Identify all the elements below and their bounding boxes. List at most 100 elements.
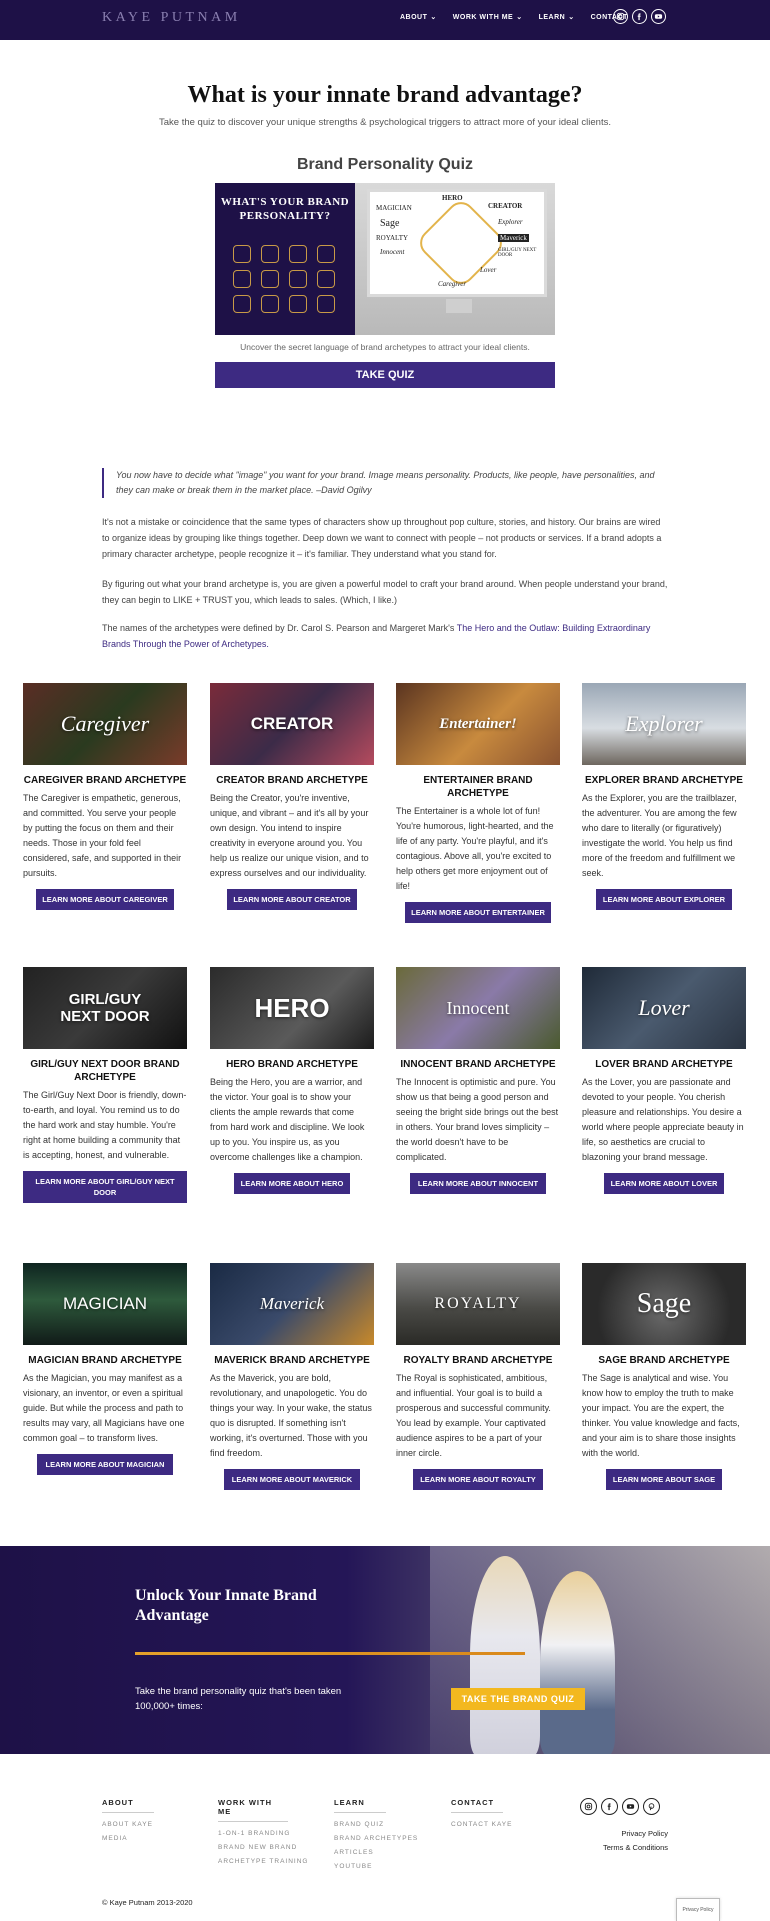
archetype-symbol-icon [233, 245, 251, 263]
archetype-card-hero: HERO HERO BRAND ARCHETYPE Being the Hero… [210, 967, 374, 1194]
instagram-icon[interactable] [613, 9, 628, 24]
footer-link[interactable]: BRAND QUIZ [334, 1821, 418, 1828]
take-quiz-button[interactable]: TAKE QUIZ [215, 362, 555, 388]
monitor-illustration: HERO MAGICIAN CREATOR Sage Explorer ROYA… [367, 189, 547, 313]
card-body: Being the Creator, you're inventive, uni… [210, 793, 369, 878]
page-subtitle: Take the quiz to discover your unique st… [158, 117, 611, 128]
site-logo[interactable]: KAYE PUTNAM [102, 10, 241, 26]
footer-column-contact: CONTACT CONTACT KAYE [451, 1798, 512, 1835]
quiz-promo-image[interactable]: WHAT'S YOUR BRAND PERSONALITY? HERO MAGI… [215, 183, 555, 335]
instagram-icon[interactable] [580, 1798, 597, 1815]
footer-heading: LEARN [334, 1798, 386, 1813]
nav-work-with-me[interactable]: WORK WITH ME ⌄ [452, 13, 523, 22]
archetype-card-caregiver: Caregiver CAREGIVER BRAND ARCHETYPE The … [23, 683, 187, 910]
youtube-icon[interactable] [651, 9, 666, 24]
archetype-symbol-icon [317, 270, 335, 288]
footer-link[interactable]: ARTICLES [334, 1849, 418, 1856]
monitor-word: Lover [480, 266, 497, 274]
footer-link[interactable]: BRAND ARCHETYPES [334, 1835, 418, 1842]
learn-more-creator-button[interactable]: LEARN MORE ABOUT CREATOR [227, 889, 357, 910]
archetype-symbol-icon [261, 295, 279, 313]
card-body: The Innocent is optimistic and pure. You… [396, 1077, 559, 1162]
take-brand-quiz-button[interactable]: TAKE THE BRAND QUIZ [451, 1688, 585, 1710]
woman-right-figure [540, 1571, 615, 1754]
caregiver-image: Caregiver [23, 683, 187, 765]
archetype-card-girl-guy-next-door: GIRL/GUY NEXT DOOR GIRL/GUY NEXT DOOR BR… [23, 967, 187, 1203]
archetype-card-explorer: Explorer EXPLORER BRAND ARCHETYPE As the… [582, 683, 746, 910]
learn-more-lover-button[interactable]: LEARN MORE ABOUT LOVER [604, 1173, 724, 1194]
nav-learn-label: LEARN [538, 13, 566, 21]
cta-title: Unlock Your Innate Brand Advantage [135, 1587, 317, 1624]
learn-more-girl-guy-next-door-button[interactable]: LEARN MORE ABOUT GIRL/GUY NEXT DOOR [23, 1171, 187, 1203]
explorer-image-text: Explorer [625, 711, 703, 736]
monitor-word: Sage [380, 218, 400, 229]
nav-work-label: WORK WITH ME [452, 13, 514, 21]
copyright: © Kaye Putnam 2013-2020 [102, 1898, 193, 1907]
learn-more-caregiver-button[interactable]: LEARN MORE ABOUT CAREGIVER [36, 889, 174, 910]
learn-more-entertainer-button[interactable]: LEARN MORE ABOUT ENTERTAINER [405, 902, 551, 923]
footer-link[interactable]: ABOUT KAYE [102, 1821, 154, 1828]
card-body: As the Magician, you may manifest as a v… [23, 1373, 185, 1443]
card-body: The Sage is analytical and wise. You kno… [582, 1373, 740, 1458]
header-social-links [613, 9, 666, 24]
pinterest-icon[interactable] [643, 1798, 660, 1815]
learn-more-innocent-button[interactable]: LEARN MORE ABOUT INNOCENT [410, 1173, 546, 1194]
monitor-word: CREATOR [488, 202, 523, 210]
archetype-card-magician: MAGICIAN MAGICIAN BRAND ARCHETYPE As the… [23, 1263, 187, 1475]
facebook-icon[interactable] [601, 1798, 618, 1815]
learn-more-explorer-button[interactable]: LEARN MORE ABOUT EXPLORER [596, 889, 732, 910]
learn-more-sage-button[interactable]: LEARN MORE ABOUT SAGE [606, 1469, 722, 1490]
archetype-symbol-icon [261, 245, 279, 263]
quiz-section-title: Brand Personality Quiz [296, 156, 474, 173]
card-title: CREATOR BRAND ARCHETYPE [216, 775, 368, 786]
privacy-policy-link[interactable]: Privacy Policy [560, 1829, 668, 1838]
monitor-word: Maverick [498, 234, 529, 242]
royalty-image: ROYALTY [396, 1263, 560, 1345]
nav-about[interactable]: ABOUT ⌄ [400, 13, 437, 22]
archetype-symbol-icon [317, 295, 335, 313]
girl-guy-image-text: GIRL/GUY NEXT DOOR [60, 991, 150, 1025]
monitor-word: Caregiver [438, 280, 467, 288]
footer-link[interactable]: BRAND NEW BRAND [218, 1844, 308, 1851]
entertainer-image: Entertainer! [396, 683, 560, 765]
archetype-card-entertainer: Entertainer! ENTERTAINER BRAND ARCHETYPE… [396, 683, 560, 923]
footer-link[interactable]: ARCHETYPE TRAINING [218, 1858, 308, 1865]
card-title: EXPLORER BRAND ARCHETYPE [585, 775, 743, 786]
footer-column-learn: LEARN BRAND QUIZ BRAND ARCHETYPES ARTICL… [334, 1798, 418, 1877]
terms-conditions-link[interactable]: Terms & Conditions [560, 1843, 668, 1852]
youtube-icon[interactable] [622, 1798, 639, 1815]
archetype-symbol-icon [289, 295, 307, 313]
caregiver-image-text: Caregiver [60, 711, 150, 736]
entertainer-image-text: Entertainer! [439, 715, 517, 732]
learn-more-magician-button[interactable]: LEARN MORE ABOUT MAGICIAN [37, 1454, 173, 1475]
magician-image: MAGICIAN [23, 1263, 187, 1345]
archetype-card-lover: Lover LOVER BRAND ARCHETYPE As the Lover… [582, 967, 746, 1194]
quiz-promo-monitor-panel: HERO MAGICIAN CREATOR Sage Explorer ROYA… [355, 183, 555, 335]
learn-more-royalty-button[interactable]: LEARN MORE ABOUT ROYALTY [413, 1469, 543, 1490]
card-body: As the Explorer, you are the trailblazer… [582, 793, 737, 878]
card-body: As the Lover, you are passionate and dev… [582, 1077, 744, 1162]
footer-column-work-with-me: WORK WITH ME 1-ON-1 BRANDING BRAND NEW B… [218, 1798, 308, 1872]
nav-learn[interactable]: LEARN ⌄ [538, 13, 575, 22]
sage-image: Sage [582, 1263, 746, 1345]
lover-image: Lover [582, 967, 746, 1049]
page-title: What is your innate brand advantage? [187, 82, 583, 108]
footer-link[interactable]: YOUTUBE [334, 1863, 418, 1870]
card-title: ROYALTY BRAND ARCHETYPE [403, 1355, 553, 1366]
card-body: The Entertainer is a whole lot of fun! Y… [396, 806, 554, 891]
card-title: GIRL/GUY NEXT DOOR BRAND ARCHETYPE [30, 1059, 180, 1083]
monitor-word: HERO [442, 194, 463, 202]
footer-link[interactable]: MEDIA [102, 1835, 154, 1842]
archetype-symbol-icon [289, 270, 307, 288]
learn-more-hero-button[interactable]: LEARN MORE ABOUT HERO [234, 1173, 350, 1194]
intro-paragraph-3: The names of the archetypes were defined… [102, 620, 668, 652]
footer-link[interactable]: 1-ON-1 BRANDING [218, 1830, 308, 1837]
footer-link[interactable]: CONTACT KAYE [451, 1821, 512, 1828]
privacy-policy-badge[interactable]: Privacy Policy [676, 1898, 720, 1921]
creator-image: CREATOR [210, 683, 374, 765]
learn-more-maverick-button[interactable]: LEARN MORE ABOUT MAVERICK [224, 1469, 360, 1490]
card-title: LOVER BRAND ARCHETYPE [595, 1059, 733, 1070]
facebook-icon[interactable] [632, 9, 647, 24]
hero-image: HERO [210, 967, 374, 1049]
quiz-cta-banner: Unlock Your Innate Brand Advantage Take … [0, 1546, 770, 1754]
